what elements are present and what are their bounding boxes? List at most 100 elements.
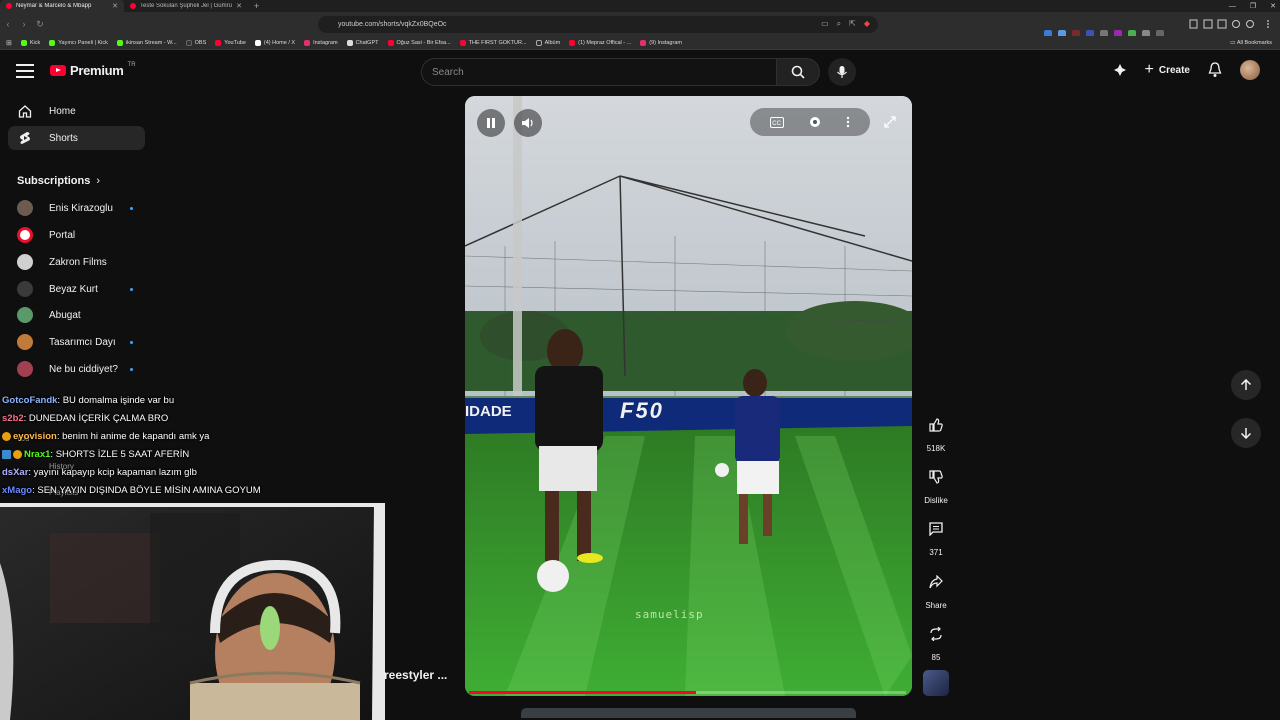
bookmark-item[interactable]: THE FIRST GOKTUR... (459, 39, 527, 46)
sound-thumbnail[interactable] (923, 670, 949, 696)
subscription-item[interactable]: Beyaz Kurt (17, 279, 147, 299)
bookmark-item[interactable]: ikinsan Stream - W... (116, 39, 177, 46)
sidebar-item-home[interactable]: Home (8, 99, 145, 123)
video-progress-bar[interactable] (469, 691, 906, 694)
browser-tab[interactable]: Teste Sokulan Şüpheli Jel | Gümrük N ✕ (124, 0, 248, 12)
youtube-premium-logo[interactable]: Premium TR (50, 62, 136, 78)
thumbs-up-icon (929, 418, 943, 432)
subscription-item[interactable]: Portal (17, 225, 147, 245)
share-page-icon[interactable]: ⇱ (849, 19, 856, 29)
bookmark-item[interactable]: ChatGPT (346, 39, 379, 46)
maximize-icon[interactable]: ❐ (1250, 2, 1256, 10)
zoom-icon[interactable]: ⌕ (837, 19, 841, 29)
channel-avatar (17, 281, 33, 297)
bookmark-item[interactable]: YouTube (215, 39, 246, 46)
bookmark-item[interactable]: OBS (185, 39, 206, 46)
progress-fill (469, 691, 697, 694)
fullscreen-button[interactable] (878, 110, 902, 134)
menu-icon[interactable] (16, 64, 34, 78)
chat-message: Nrax1 : SHORTS İZLE 5 SAAT AFERİN (2, 445, 382, 463)
all-bookmarks-button[interactable]: ▭ All Bookmarks (1230, 36, 1272, 50)
bookmark-item[interactable]: Oğuz Sasi - Bir Efsa... (387, 39, 451, 46)
player-controls-pill: CC (750, 108, 870, 136)
extension-badge-icon[interactable]: ◆ (864, 19, 870, 29)
chat-text: : SHORTS İZLE 5 SAAT AFERİN (50, 448, 190, 460)
subscription-item[interactable]: Ne bu ciddiyet? (17, 359, 147, 379)
url-bar[interactable]: youtube.com/shorts/vqkZx0BQeOc ▭ ⌕ ⇱ ◆ (318, 16, 878, 33)
comment-icon (929, 522, 943, 536)
logo-text: Premium (70, 63, 124, 78)
subscription-item[interactable]: Enis Kirazoglu (17, 198, 147, 218)
chat-text: : yayını kapayıp kcip kapaman lazım glb (28, 466, 197, 478)
subscription-item[interactable]: Tasarımcı Dayı (17, 332, 147, 352)
sidebar: Home Shorts Subscriptions › Enis Kirazog… (0, 93, 160, 393)
banner-text: F50 (620, 398, 664, 423)
bookmark-folder[interactable]: Albüm (535, 39, 560, 46)
bookmark-item[interactable]: (1) Mepraz Offical - ... (569, 39, 631, 46)
gemini-sparkle-icon[interactable] (1113, 63, 1127, 77)
search-icon (791, 65, 805, 79)
more-options-icon[interactable] (846, 116, 850, 128)
window-close-icon[interactable]: ✕ (1270, 2, 1276, 10)
chat-text: : DUNEDAN İÇERİK ÇALMA BRO (23, 412, 169, 424)
expand-icon (884, 116, 896, 128)
voice-search-button[interactable] (828, 58, 856, 86)
bookmark-item[interactable]: Instagram (304, 39, 338, 46)
dislike-button[interactable]: Dislike (920, 462, 952, 505)
bookmark-item[interactable]: (9) Instagram (640, 39, 682, 46)
volume-button[interactable] (514, 109, 542, 137)
cast-icon[interactable]: ▭ (821, 19, 829, 29)
notifications-bell-icon[interactable] (1208, 62, 1222, 78)
back-icon[interactable]: ‹ (0, 19, 16, 29)
browser-menu-icons[interactable] (1188, 19, 1272, 29)
forward-icon[interactable]: › (16, 19, 32, 29)
new-content-dot (130, 287, 133, 291)
search-input[interactable]: Search (421, 58, 777, 86)
plus-icon: + (1144, 61, 1154, 78)
new-content-dot (130, 206, 133, 210)
bookmark-item[interactable]: Yayıncı Paneli | Kick (49, 39, 108, 46)
streamer-webcam-image (0, 503, 385, 720)
chat-badge-icon (13, 449, 22, 459)
captions-icon[interactable]: CC (770, 116, 784, 128)
chat-text: : BU domalma işinde var bu (57, 394, 175, 406)
previous-short-button[interactable] (1231, 370, 1261, 400)
subscription-item[interactable]: Zakron Films (17, 252, 147, 272)
sidebar-item-label: Home (49, 105, 76, 117)
minimize-icon[interactable]: — (1229, 3, 1236, 10)
close-tab-icon[interactable]: ✕ (236, 2, 242, 10)
search-button[interactable] (776, 58, 820, 86)
banner-side-text: IDADE (465, 403, 512, 420)
chevron-right-icon: › (96, 175, 101, 187)
bookmark-item[interactable]: Kick (20, 39, 40, 46)
bookmark-item[interactable]: (4) Home / X (254, 39, 295, 46)
channel-avatar (17, 227, 33, 243)
apps-grid-icon[interactable]: ⊞ (6, 39, 12, 47)
shorts-video-player[interactable]: IDADE F50 samuelisp CC (465, 96, 912, 696)
next-short-preview[interactable] (521, 708, 856, 718)
subscription-item[interactable]: Abugat (17, 305, 147, 325)
comments-button[interactable]: 371 (920, 514, 952, 557)
shorts-icon (18, 131, 32, 145)
channel-avatar (17, 200, 33, 216)
browser-tab-active[interactable]: Neymar & Marcelo & Mbapp ✕ (0, 0, 124, 12)
subscriptions-header[interactable]: Subscriptions › (17, 175, 100, 187)
sidebar-item-shorts[interactable]: Shorts (8, 126, 145, 150)
sidebar-item-label: Shorts (49, 132, 78, 144)
youtube-logo-icon (50, 65, 66, 76)
create-button[interactable]: + Create (1144, 61, 1190, 78)
like-button[interactable]: 518K (920, 410, 952, 453)
pause-button[interactable] (477, 109, 505, 137)
share-button[interactable]: Share (920, 567, 952, 610)
close-tab-icon[interactable]: ✕ (112, 2, 118, 10)
reload-icon[interactable]: ↻ (32, 19, 48, 30)
chat-message: eyovision : benim hi anime de kapandı am… (2, 427, 382, 445)
next-short-button[interactable] (1231, 418, 1261, 448)
volume-icon (522, 118, 533, 128)
settings-icon[interactable] (808, 115, 822, 129)
remix-button[interactable]: 85 (920, 619, 952, 662)
account-avatar[interactable] (1240, 60, 1260, 80)
chat-message: s2b2 : DUNEDAN İÇERİK ÇALMA BRO (2, 409, 382, 427)
tab-title: Neymar & Marcelo & Mbapp (16, 3, 92, 9)
new-tab-icon[interactable]: + (248, 1, 265, 11)
